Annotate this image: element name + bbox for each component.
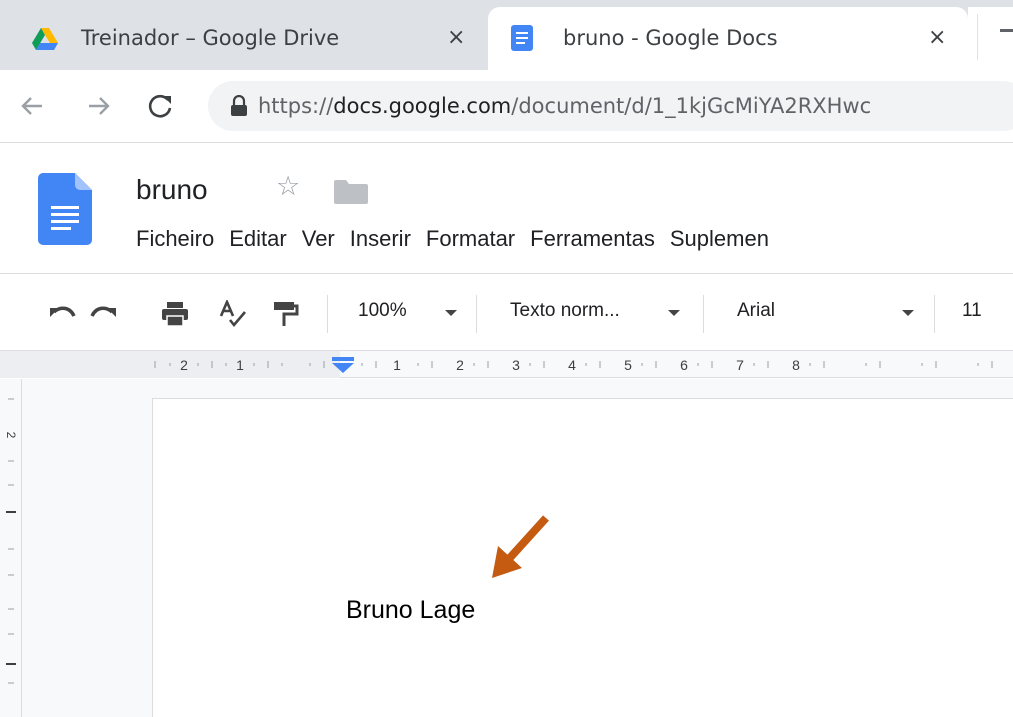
tab-title: bruno - Google Docs: [563, 26, 778, 50]
url-text: https://docs.google.com/document/d/1_1kj…: [258, 94, 871, 118]
reload-icon[interactable]: [142, 88, 178, 124]
ruler-label: 5: [624, 357, 632, 373]
redo-icon[interactable]: [88, 300, 118, 328]
address-bar[interactable]: https://docs.google.com/document/d/1_1kj…: [208, 81, 1013, 131]
forward-arrow-icon[interactable]: [81, 88, 117, 124]
undo-icon[interactable]: [48, 300, 78, 328]
ruler-label: 1: [393, 357, 401, 373]
vertical-ruler-marks: 2: [4, 398, 18, 684]
menu-bar: Ficheiro Editar Ver Inserir Formatar Fer…: [136, 226, 784, 252]
back-arrow-icon[interactable]: [14, 88, 50, 124]
ruler-marks: 2 1 1 2 3 4 5 6 7 8: [0, 351, 993, 378]
document-title[interactable]: bruno: [136, 174, 208, 206]
docs-header: bruno ☆ Ficheiro Editar Ver Inserir Form…: [0, 144, 1013, 274]
lock-icon: [231, 95, 247, 116]
tab-strip: Treinador – Google Drive × bruno - Googl…: [0, 0, 1013, 70]
star-icon[interactable]: ☆: [276, 171, 300, 203]
google-drive-icon: [32, 28, 58, 50]
google-docs-icon: [511, 25, 533, 51]
edit-toolbar: 100% Texto norm... Arial 11: [0, 275, 1013, 351]
ruler-label: 3: [512, 357, 520, 373]
ruler-label: 2: [180, 357, 188, 373]
menu-inserir[interactable]: Inserir: [350, 226, 411, 252]
vertical-ruler[interactable]: 2: [0, 379, 22, 717]
browser-toolbar: https://docs.google.com/document/d/1_1kj…: [0, 70, 1013, 143]
menu-formatar[interactable]: Formatar: [426, 226, 515, 252]
url-scheme: https://: [258, 94, 334, 118]
new-tab-button[interactable]: [968, 7, 1013, 70]
menu-editar[interactable]: Editar: [229, 226, 286, 252]
ruler-label: 2: [456, 357, 464, 373]
document-body-text[interactable]: Bruno Lage: [346, 596, 475, 625]
ruler-label: 1: [236, 357, 244, 373]
ruler-label: 6: [680, 357, 688, 373]
menu-suplementos[interactable]: Suplemen: [670, 226, 769, 252]
paint-format-icon[interactable]: [270, 300, 300, 328]
toolbar-divider: [934, 295, 935, 333]
ruler-label: 8: [792, 357, 800, 373]
menu-ficheiro[interactable]: Ficheiro: [136, 226, 214, 252]
url-path: /document/d/1_1kjGcMiYA2RXHwc: [511, 94, 872, 118]
ruler-label: 7: [736, 357, 744, 373]
chevron-down-icon[interactable]: [445, 310, 457, 316]
zoom-select[interactable]: 100%: [358, 300, 407, 322]
close-icon[interactable]: ×: [928, 26, 946, 50]
toolbar-divider: [327, 295, 328, 333]
annotation-arrow-icon: [492, 515, 549, 578]
tab-google-drive[interactable]: Treinador – Google Drive ×: [6, 7, 488, 70]
url-host: docs.google.com: [333, 94, 512, 118]
toolbar-divider: [476, 295, 477, 333]
tab-title: Treinador – Google Drive: [81, 26, 340, 50]
print-icon[interactable]: [160, 300, 190, 328]
chevron-down-icon[interactable]: [668, 310, 680, 316]
plus-icon: [1000, 29, 1013, 32]
vertical-ruler-label: 2: [4, 432, 18, 439]
google-docs-logo-icon[interactable]: [38, 173, 92, 245]
tab-separator: [977, 14, 978, 60]
close-icon[interactable]: ×: [447, 26, 465, 50]
menu-ferramentas[interactable]: Ferramentas: [530, 226, 655, 252]
folder-icon[interactable]: [334, 180, 368, 204]
tab-google-docs[interactable]: bruno - Google Docs ×: [488, 7, 968, 70]
font-select[interactable]: Arial: [737, 300, 775, 322]
toolbar-divider: [703, 295, 704, 333]
horizontal-ruler[interactable]: 2 1 1 2 3 4 5 6 7 8: [0, 351, 1013, 378]
menu-ver[interactable]: Ver: [302, 226, 335, 252]
paragraph-style-select[interactable]: Texto norm...: [510, 300, 620, 322]
font-size-input[interactable]: 11: [962, 300, 982, 322]
ruler-label: 4: [568, 357, 576, 373]
document-page[interactable]: [152, 398, 1013, 717]
spellcheck-icon[interactable]: [218, 300, 248, 328]
chevron-down-icon[interactable]: [902, 310, 914, 316]
